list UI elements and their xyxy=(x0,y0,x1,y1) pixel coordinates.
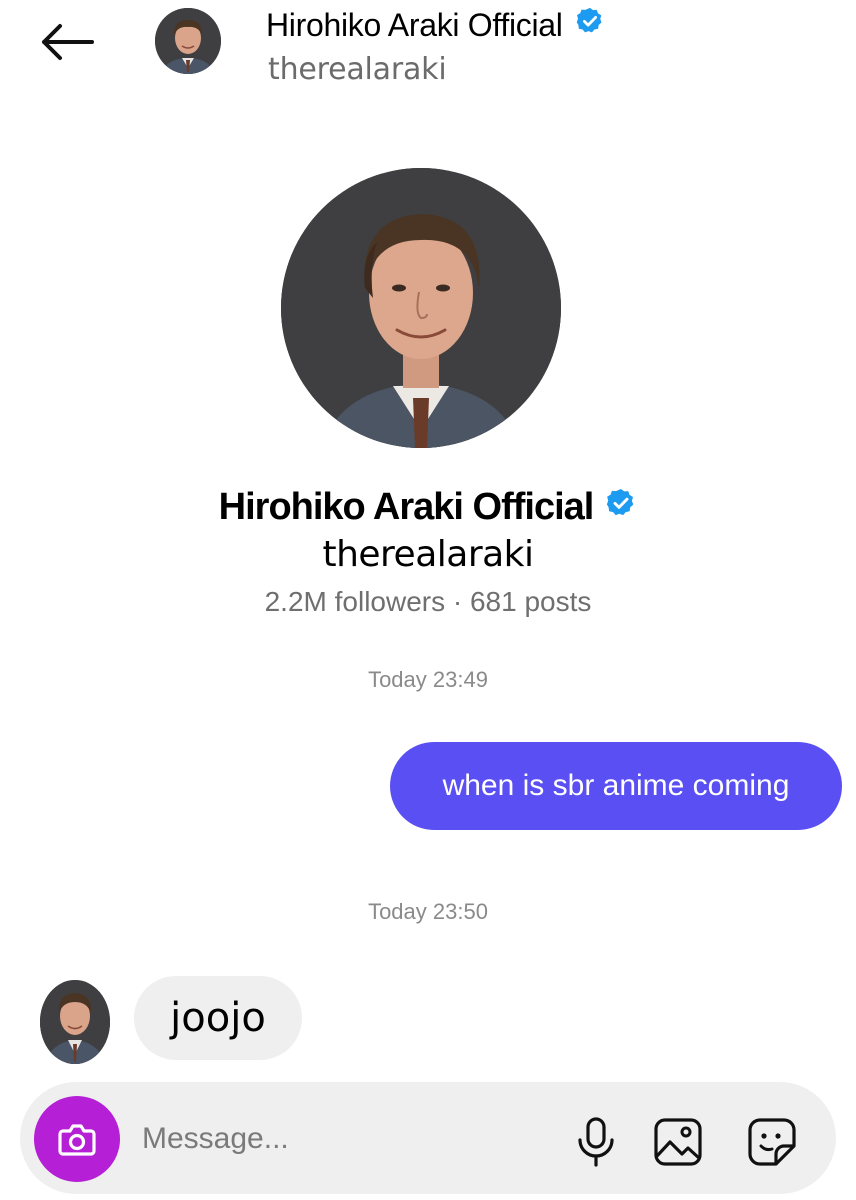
gallery-button[interactable] xyxy=(650,1114,706,1170)
profile-name: Hirohiko Araki Official xyxy=(0,486,856,529)
microphone-icon xyxy=(578,1117,614,1167)
header-name[interactable]: Hirohiko Araki Official xyxy=(266,6,605,44)
header-name-text: Hirohiko Araki Official xyxy=(266,6,563,43)
profile-avatar[interactable] xyxy=(281,168,561,448)
avatar-portrait xyxy=(155,8,221,74)
received-message-text: joojo xyxy=(170,995,266,1041)
sticker-icon xyxy=(748,1118,796,1166)
profile-portrait xyxy=(281,168,561,448)
profile-name-text: Hirohiko Araki Official xyxy=(218,486,595,528)
sent-message-text: when is sbr anime coming xyxy=(442,769,790,802)
avatar[interactable] xyxy=(155,8,221,74)
sticker-button[interactable] xyxy=(744,1114,800,1170)
camera-button[interactable] xyxy=(34,1096,120,1182)
message-timestamp: Today 23:49 xyxy=(368,667,488,692)
profile-stats: 2.2M followers · 681 posts xyxy=(264,586,592,617)
header-handle: therealaraki xyxy=(268,52,447,87)
received-message-bubble[interactable]: joojo xyxy=(134,976,302,1060)
image-icon xyxy=(654,1118,702,1166)
chat-header: Hirohiko Araki Official therealaraki xyxy=(0,0,856,100)
voice-message-button[interactable] xyxy=(568,1114,624,1170)
sender-avatar[interactable] xyxy=(40,980,110,1064)
message-composer xyxy=(20,1082,836,1194)
back-button[interactable] xyxy=(36,18,100,66)
verified-badge-icon xyxy=(575,6,605,44)
profile-handle: therealaraki xyxy=(322,534,534,575)
message-timestamp: Today 23:50 xyxy=(368,899,488,924)
sent-message-bubble[interactable]: when is sbr anime coming xyxy=(390,742,842,830)
message-input[interactable] xyxy=(140,1110,544,1168)
arrow-left-icon xyxy=(42,24,94,60)
camera-icon xyxy=(58,1124,96,1156)
verified-badge-icon xyxy=(605,486,637,529)
sender-portrait xyxy=(40,980,110,1064)
